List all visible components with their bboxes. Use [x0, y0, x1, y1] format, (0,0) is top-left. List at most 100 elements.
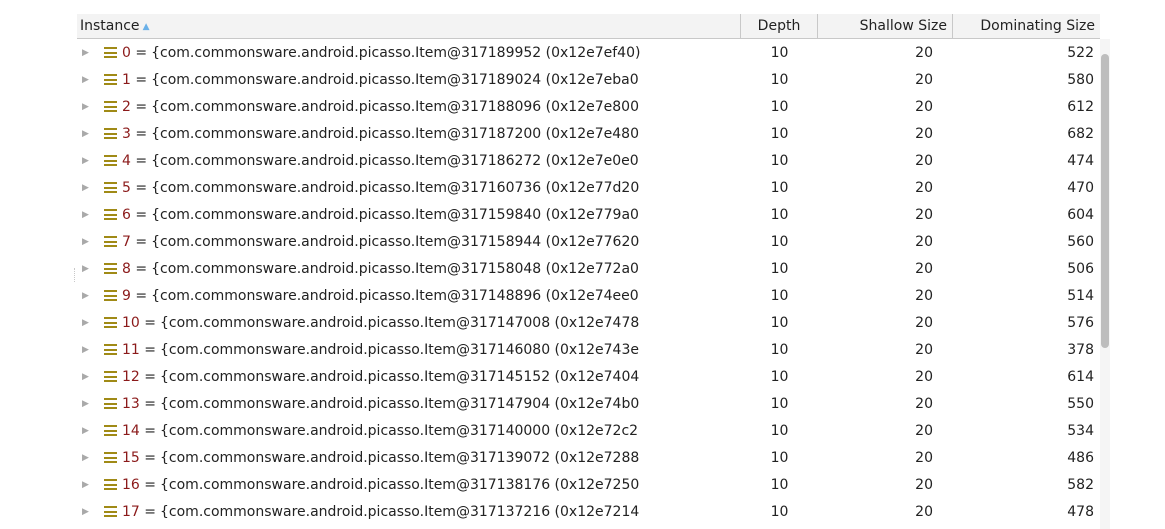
expand-triangle-icon[interactable]: ▶ — [82, 156, 92, 166]
dominating-size-cell: 486 — [1067, 449, 1094, 466]
column-header-instance[interactable]: Instance ▲ — [77, 14, 741, 38]
expand-triangle-icon[interactable]: ▶ — [82, 237, 92, 247]
shallow-size-cell: 20 — [915, 44, 933, 61]
expand-triangle-icon[interactable]: ▶ — [82, 426, 92, 436]
instance-cell: ▶ 14 = {com.commonsware.android.picasso.It… — [77, 423, 741, 439]
column-header-dominating-size[interactable]: Dominating Size — [953, 14, 1100, 38]
table-row[interactable]: ▶ 2 = {com.commonsware.android.picasso.Ite… — [77, 93, 1100, 120]
table-row[interactable]: ▶ 6 = {com.commonsware.android.picasso.Ite… — [77, 201, 1100, 228]
dominating-size-cell: 478 — [1067, 503, 1094, 520]
dominating-size-cell: 604 — [1067, 206, 1094, 223]
instance-cell: ▶ 3 = {com.commonsware.android.picasso.Ite… — [77, 126, 741, 142]
field-icon — [104, 344, 117, 355]
instance-index: 8 — [122, 260, 131, 277]
equals-sign: = — [130, 260, 148, 277]
table-row[interactable]: ▶ 13 = {com.commonsware.android.picasso.It… — [77, 390, 1100, 417]
shallow-size-cell: 20 — [915, 71, 933, 88]
expand-triangle-icon[interactable]: ▶ — [82, 399, 92, 409]
column-header-shallow-size[interactable]: Shallow Size — [818, 14, 953, 38]
field-icon — [104, 128, 117, 139]
instance-cell: ▶ 1 = {com.commonsware.android.picasso.Ite… — [77, 72, 741, 88]
instance-value: {com.commonsware.android.picasso.Item@31… — [151, 71, 639, 88]
expand-triangle-icon[interactable]: ▶ — [82, 264, 92, 274]
instance-value: {com.commonsware.android.picasso.Item@31… — [151, 179, 640, 196]
table-row[interactable]: ▶ 11 = {com.commonsware.android.picasso.It… — [77, 336, 1100, 363]
equals-sign: = — [139, 395, 157, 412]
dominating-size-cell: 576 — [1067, 314, 1094, 331]
table-row[interactable]: ▶ 1 = {com.commonsware.android.picasso.Ite… — [77, 66, 1100, 93]
dominating-size-cell: 470 — [1067, 179, 1094, 196]
table-row[interactable]: ▶ 15 = {com.commonsware.android.picasso.It… — [77, 444, 1100, 471]
instance-index: 7 — [122, 233, 131, 250]
equals-sign: = — [139, 422, 157, 439]
instance-index: 9 — [122, 287, 131, 304]
instance-index: 10 — [122, 314, 140, 331]
depth-cell: 10 — [770, 368, 789, 385]
dominating-size-cell: 580 — [1067, 71, 1094, 88]
dominating-size-cell: 474 — [1067, 152, 1094, 169]
instance-value: {com.commonsware.android.picasso.Item@31… — [151, 206, 639, 223]
field-icon — [104, 506, 117, 517]
table-row[interactable]: ▶ 0 = {com.commonsware.android.picasso.Ite… — [77, 39, 1100, 66]
expand-triangle-icon[interactable]: ▶ — [82, 291, 92, 301]
expand-triangle-icon[interactable]: ▶ — [82, 75, 92, 85]
instance-value: {com.commonsware.android.picasso.Item@31… — [160, 314, 640, 331]
dominating-size-cell: 514 — [1067, 287, 1094, 304]
column-header-depth[interactable]: Depth — [741, 14, 818, 38]
table-row[interactable]: ▶ 8 = {com.commonsware.android.picasso.Ite… — [77, 255, 1100, 282]
expand-triangle-icon[interactable]: ▶ — [82, 453, 92, 463]
instance-index: 13 — [122, 395, 140, 412]
instance-cell: ▶ 5 = {com.commonsware.android.picasso.Ite… — [77, 180, 741, 196]
instance-value: {com.commonsware.android.picasso.Item@31… — [151, 152, 639, 169]
table-row[interactable]: ▶ 7 = {com.commonsware.android.picasso.Ite… — [77, 228, 1100, 255]
expand-triangle-icon[interactable]: ▶ — [82, 129, 92, 139]
expand-triangle-icon[interactable]: ▶ — [82, 102, 92, 112]
field-icon — [104, 101, 117, 112]
field-icon — [104, 182, 117, 193]
scrollbar-thumb[interactable] — [1101, 53, 1109, 348]
depth-cell: 10 — [770, 206, 789, 223]
expand-triangle-icon[interactable]: ▶ — [82, 183, 92, 193]
expand-triangle-icon[interactable]: ▶ — [82, 210, 92, 220]
equals-sign: = — [139, 341, 157, 358]
table-row[interactable]: ▶ 10 = {com.commonsware.android.picasso.It… — [77, 309, 1100, 336]
shallow-size-cell: 20 — [915, 98, 933, 115]
expand-triangle-icon[interactable]: ▶ — [82, 480, 92, 490]
table-row[interactable]: ▶ 16 = {com.commonsware.android.picasso.It… — [77, 471, 1100, 498]
instance-index: 16 — [122, 476, 140, 493]
table-row[interactable]: ▶ 12 = {com.commonsware.android.picasso.It… — [77, 363, 1100, 390]
instance-cell: ▶ 10 = {com.commonsware.android.picasso.It… — [77, 315, 741, 331]
expand-triangle-icon[interactable]: ▶ — [82, 318, 92, 328]
depth-cell: 10 — [770, 503, 789, 520]
instance-cell: ▶ 8 = {com.commonsware.android.picasso.Ite… — [77, 261, 741, 277]
expand-triangle-icon[interactable]: ▶ — [82, 372, 92, 382]
field-icon — [104, 263, 117, 274]
instance-index: 4 — [122, 152, 131, 169]
expand-triangle-icon[interactable]: ▶ — [82, 507, 92, 517]
table-row[interactable]: ▶ 3 = {com.commonsware.android.picasso.Ite… — [77, 120, 1100, 147]
equals-sign: = — [130, 179, 148, 196]
instance-value: {com.commonsware.android.picasso.Item@31… — [160, 395, 640, 412]
equals-sign: = — [130, 287, 148, 304]
table-header: Instance ▲ Depth Shallow Size Dominating … — [77, 14, 1100, 39]
table-row[interactable]: ▶ 4 = {com.commonsware.android.picasso.Ite… — [77, 147, 1100, 174]
column-header-instance-label: Instance — [80, 18, 140, 34]
table-row[interactable]: ▶ 17 = {com.commonsware.android.picasso.It… — [77, 498, 1100, 525]
shallow-size-cell: 20 — [915, 368, 933, 385]
table-row[interactable]: ▶ 5 = {com.commonsware.android.picasso.Ite… — [77, 174, 1100, 201]
equals-sign: = — [139, 368, 157, 385]
table-row[interactable]: ▶ 9 = {com.commonsware.android.picasso.Ite… — [77, 282, 1100, 309]
depth-cell: 10 — [770, 341, 789, 358]
field-icon — [104, 47, 117, 58]
depth-cell: 10 — [770, 71, 789, 88]
expand-triangle-icon[interactable]: ▶ — [82, 345, 92, 355]
shallow-size-cell: 20 — [915, 395, 933, 412]
depth-cell: 10 — [770, 422, 789, 439]
instance-value: {com.commonsware.android.picasso.Item@31… — [151, 44, 641, 61]
expand-triangle-icon[interactable]: ▶ — [82, 48, 92, 58]
table-row[interactable]: ▶ 14 = {com.commonsware.android.picasso.It… — [77, 417, 1100, 444]
depth-cell: 10 — [770, 44, 789, 61]
shallow-size-cell: 20 — [915, 422, 933, 439]
vertical-scrollbar[interactable] — [1100, 39, 1110, 529]
field-icon — [104, 425, 117, 436]
